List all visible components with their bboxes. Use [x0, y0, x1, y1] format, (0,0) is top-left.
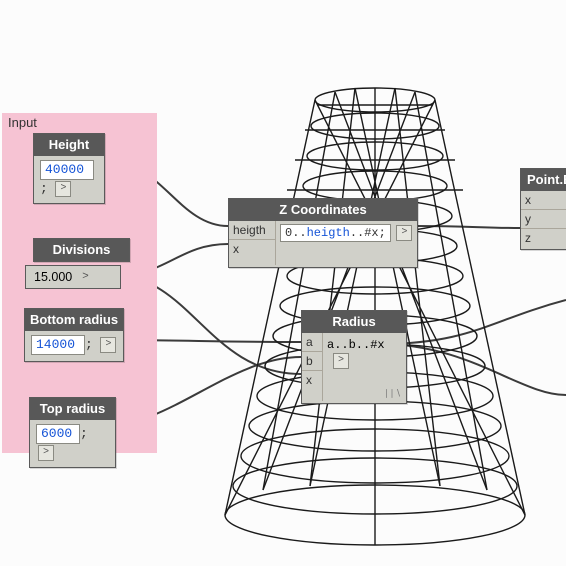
port-heigth[interactable]: heigth [229, 221, 275, 240]
port-z[interactable]: z [521, 229, 566, 247]
node-top-radius[interactable]: Top radius 6000; > [29, 397, 116, 468]
port-x[interactable]: x [521, 191, 566, 210]
node-point-by[interactable]: Point.By x y z [520, 168, 566, 250]
port-x[interactable]: x [229, 240, 275, 258]
resize-grip-icon[interactable]: ∣∣∖ [384, 388, 402, 399]
zcoord-code[interactable]: 0..heigth..#x; [280, 224, 391, 242]
port-b[interactable]: b [302, 352, 322, 371]
node-radius[interactable]: Radius a b x a..b..#x > ∣∣∖ [301, 310, 407, 404]
semicolon: ; [80, 426, 88, 441]
node-header: Height [34, 134, 104, 156]
divisions-value-pill[interactable]: 15.000 > [25, 265, 121, 289]
chevron-right-icon[interactable]: > [100, 337, 116, 353]
chevron-right-icon[interactable]: > [396, 225, 412, 241]
node-header: Bottom radius [25, 309, 123, 331]
bottom-radius-value[interactable]: 14000 [31, 335, 85, 355]
node-header: Point.By [521, 169, 566, 191]
node-header: Z Coordinates [229, 199, 417, 221]
group-title: Input [8, 115, 37, 130]
port-a[interactable]: a [302, 333, 322, 352]
visual-programming-canvas[interactable]: Input Height 40000; > Divisions 15.000 >… [0, 0, 566, 566]
height-value[interactable]: 40000 [40, 160, 94, 180]
chevron-right-icon[interactable]: > [55, 181, 71, 197]
radius-code[interactable]: a..b..#x [327, 338, 385, 352]
node-header: Radius [302, 311, 406, 333]
top-radius-value[interactable]: 6000 [36, 424, 80, 444]
node-height[interactable]: Height 40000; > [33, 133, 105, 204]
node-bottom-radius[interactable]: Bottom radius 14000; > [24, 308, 124, 362]
chevron-right-icon[interactable]: > [38, 445, 54, 461]
chevron-right-icon[interactable]: > [82, 270, 88, 284]
semicolon: ; [85, 337, 93, 352]
node-header: Divisions [34, 239, 129, 261]
port-x[interactable]: x [302, 371, 322, 389]
port-y[interactable]: y [521, 210, 566, 229]
node-divisions[interactable]: Divisions [33, 238, 130, 262]
node-header: Top radius [30, 398, 115, 420]
node-z-coordinates[interactable]: Z Coordinates heigth x 0..heigth..#x; > [228, 198, 418, 268]
semicolon: ; [40, 181, 48, 196]
divisions-value[interactable]: 15.000 [34, 270, 72, 284]
chevron-right-icon[interactable]: > [333, 353, 349, 369]
